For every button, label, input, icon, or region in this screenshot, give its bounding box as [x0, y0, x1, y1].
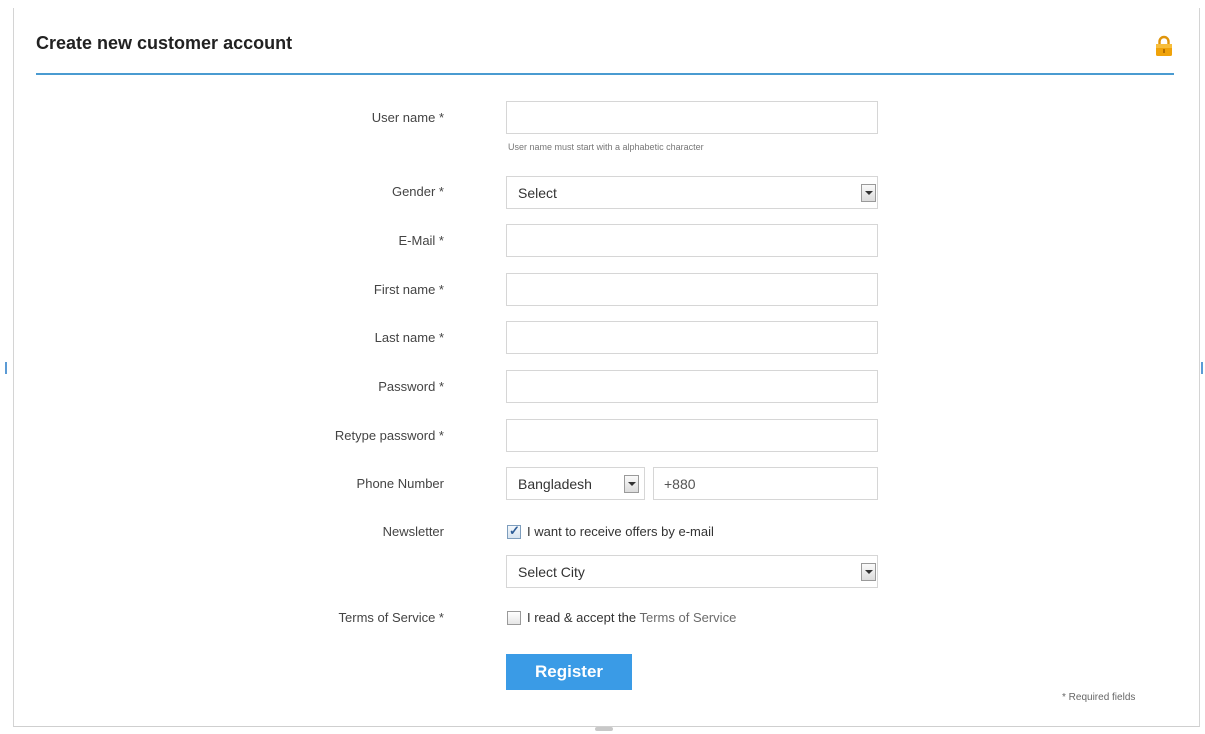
first-name-input[interactable]: [506, 273, 878, 306]
city-select-value: Select City: [518, 564, 585, 580]
title-divider: [36, 73, 1174, 75]
username-hint: User name must start with a alphabetic c…: [508, 142, 704, 152]
country-select[interactable]: Bangladesh: [506, 467, 645, 500]
terms-of-service-link[interactable]: Terms of Service: [640, 610, 737, 625]
phone-label: Phone Number: [356, 476, 444, 491]
password-input[interactable]: [506, 370, 878, 403]
required-fields-note: * Required fields: [1062, 692, 1136, 703]
chevron-down-icon[interactable]: [861, 184, 876, 202]
last-name-label: Last name *: [374, 330, 444, 345]
first-name-label: First name *: [373, 282, 444, 297]
city-select[interactable]: Select City: [506, 555, 878, 588]
page-title: Create new customer account: [36, 33, 293, 53]
newsletter-checkbox-label: I want to receive offers by e-mail: [527, 524, 714, 539]
phone-number-input[interactable]: [653, 467, 878, 500]
last-name-input[interactable]: [506, 321, 878, 354]
gender-select[interactable]: Select: [506, 176, 878, 209]
terms-checkbox[interactable]: [507, 611, 521, 625]
checkmark-icon: ✓: [509, 523, 520, 538]
gender-select-value: Select: [518, 185, 557, 201]
gender-label: Gender *: [391, 184, 444, 199]
terms-label: Terms of Service *: [338, 610, 444, 625]
username-input[interactable]: [506, 101, 878, 134]
newsletter-checkbox[interactable]: ✓: [507, 523, 521, 539]
left-edge-marker: [5, 362, 10, 374]
retype-password-input[interactable]: [506, 419, 878, 452]
chevron-down-icon[interactable]: [861, 563, 876, 581]
bottom-edge-marker: [595, 727, 613, 731]
newsletter-label: Newsletter: [382, 524, 444, 539]
email-label: E-Mail *: [398, 233, 444, 248]
password-label: Password *: [378, 379, 444, 394]
terms-checkbox-label: I read & accept the Terms of Service: [527, 610, 736, 625]
username-label: User name *: [371, 110, 444, 125]
chevron-down-icon[interactable]: [624, 475, 639, 493]
retype-password-label: Retype password *: [334, 428, 444, 443]
lock-icon: [1156, 35, 1172, 56]
register-button[interactable]: Register: [506, 654, 632, 690]
country-select-value: Bangladesh: [518, 476, 592, 492]
email-input[interactable]: [506, 224, 878, 257]
terms-prefix: I read & accept the: [527, 610, 640, 625]
